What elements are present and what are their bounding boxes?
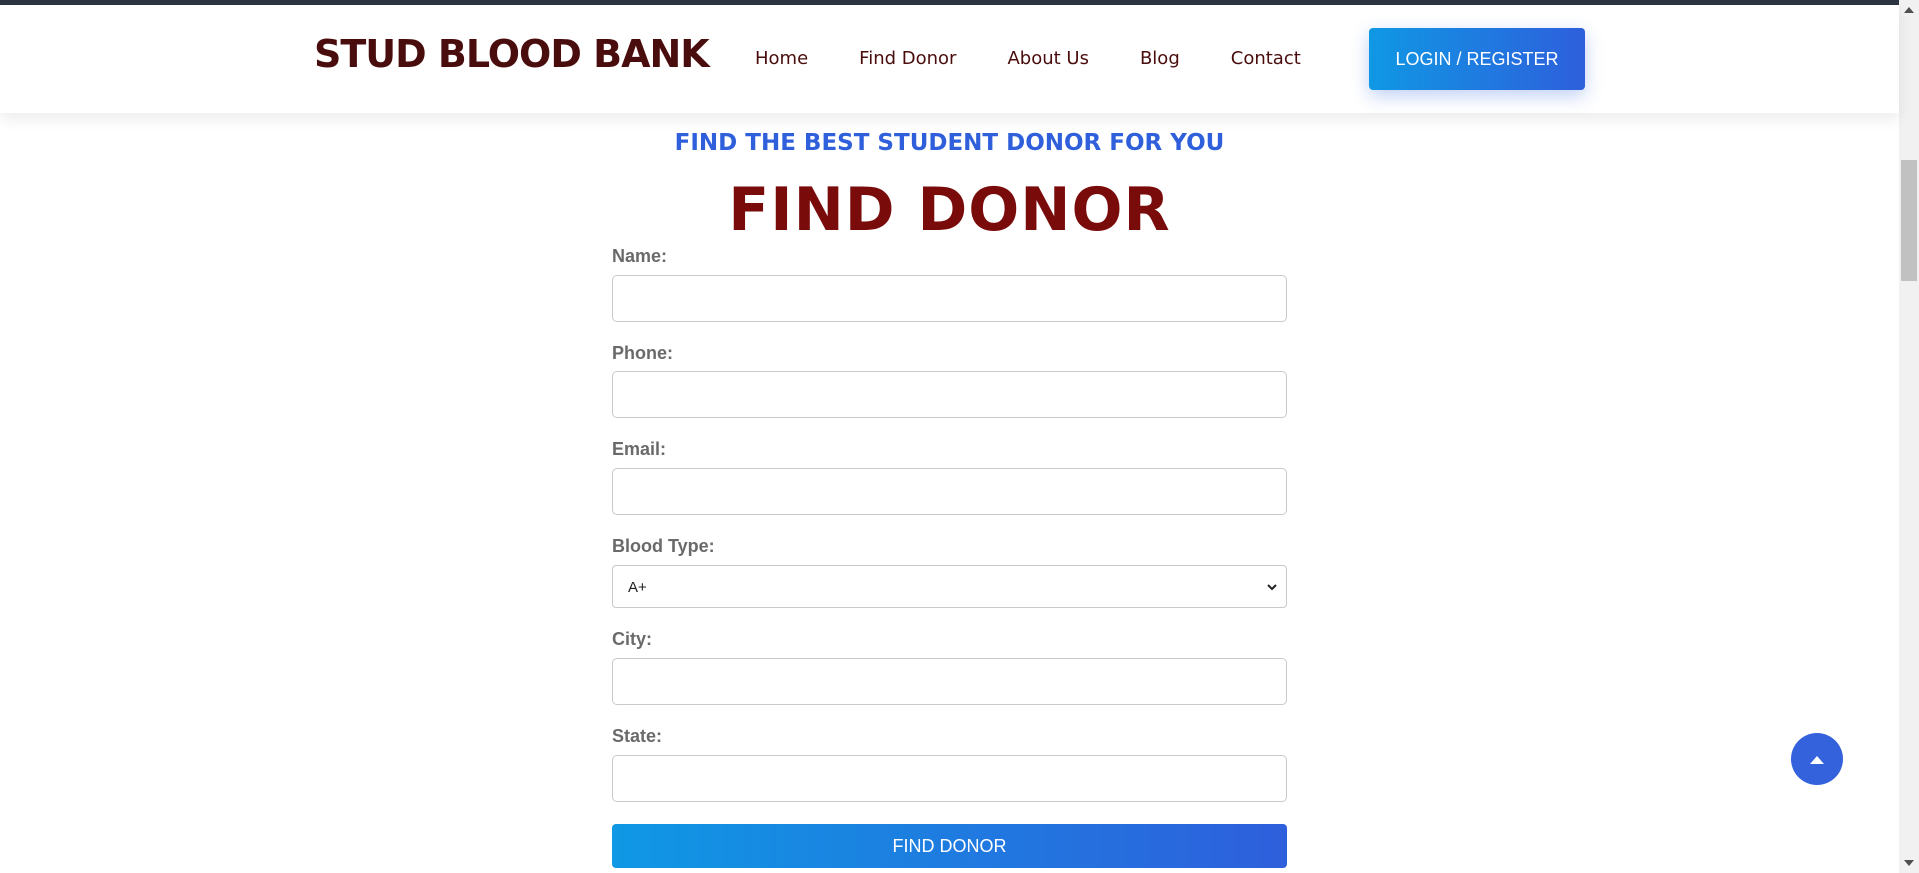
blood-type-label: Blood Type: <box>612 536 715 556</box>
state-input[interactable] <box>612 755 1287 802</box>
email-label: Email: <box>612 439 667 459</box>
scrollbar-thumb[interactable] <box>1901 160 1917 281</box>
page-subtitle: FIND THE BEST STUDENT DONOR FOR YOU <box>674 130 1225 156</box>
state-label: State: <box>612 726 663 746</box>
site-header: STUD BLOOD BANK Home Find Donor About Us… <box>0 5 1899 113</box>
main-nav: Home Find Donor About Us Blog Contact <box>755 49 1301 69</box>
scroll-down-arrow-icon[interactable] <box>1904 860 1914 867</box>
phone-label: Phone: <box>612 343 673 363</box>
login-register-button[interactable]: LOGIN / REGISTER <box>1369 28 1585 90</box>
phone-input[interactable] <box>612 371 1287 418</box>
nav-contact[interactable]: Contact <box>1231 49 1301 69</box>
name-label: Name: <box>612 246 668 266</box>
blood-type-value: A+ <box>628 579 647 596</box>
vertical-scrollbar[interactable] <box>1899 0 1919 873</box>
chevron-down-icon <box>1267 584 1277 591</box>
nav-find-donor[interactable]: Find Donor <box>859 49 956 69</box>
city-input[interactable] <box>612 658 1287 705</box>
nav-home[interactable]: Home <box>755 49 808 69</box>
site-logo[interactable]: STUD BLOOD BANK <box>314 35 710 73</box>
name-input[interactable] <box>612 275 1287 322</box>
page-title: FIND DONOR <box>728 175 1171 245</box>
find-donor-button[interactable]: FIND DONOR <box>612 824 1287 868</box>
nav-blog[interactable]: Blog <box>1140 49 1180 69</box>
caret-up-icon <box>1810 756 1824 764</box>
page: STUD BLOOD BANK Home Find Donor About Us… <box>0 0 1919 873</box>
scroll-to-top-button[interactable] <box>1791 733 1843 785</box>
email-input[interactable] <box>612 468 1287 515</box>
blood-type-select[interactable]: A+ <box>612 565 1287 608</box>
scroll-up-arrow-icon[interactable] <box>1904 6 1914 13</box>
city-label: City: <box>612 629 652 649</box>
nav-about-us[interactable]: About Us <box>1007 49 1089 69</box>
